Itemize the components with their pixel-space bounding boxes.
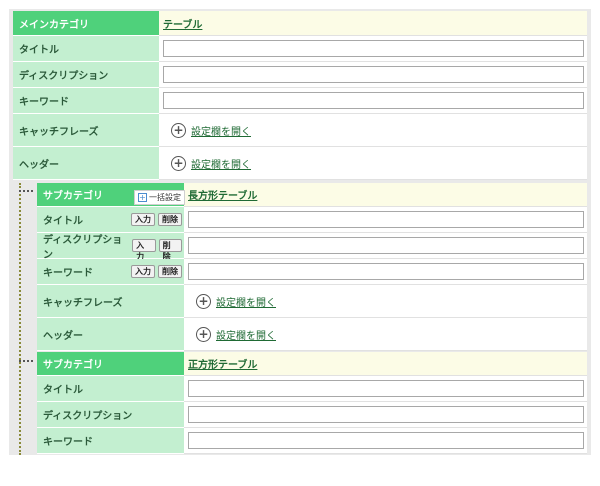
main-description-cell (159, 62, 587, 88)
main-description-input[interactable] (163, 66, 584, 83)
sub1-catchphrase-open-link[interactable]: 設定欄を開く (216, 294, 276, 309)
sub1-description-label: ディスクリプション (43, 234, 123, 261)
sub2-description-cell (184, 402, 587, 428)
bulk-setting-label: 一括設定 (149, 193, 181, 202)
input-button[interactable]: 入力 (131, 213, 155, 226)
main-catchphrase-row: キャッチフレーズ + 設定欄を開く (13, 114, 587, 147)
input-button[interactable]: 入力 (131, 265, 155, 278)
main-category-label: メインカテゴリ (13, 11, 159, 36)
sub1-title-row: タイトル 入力 削除 (37, 207, 587, 233)
sub1-header-cell: + 設定欄を開く (184, 318, 587, 351)
sub1-header-row: ヘッダー + 設定欄を開く (37, 318, 587, 351)
delete-button[interactable]: 削除 (158, 239, 183, 261)
main-catchphrase-cell: + 設定欄を開く (159, 114, 587, 147)
tree-branch-line-2 (19, 360, 33, 362)
main-catchphrase-label: キャッチフレーズ (13, 114, 159, 147)
main-title-input[interactable] (163, 40, 584, 57)
sub2-category-label: サブカテゴリ (37, 352, 184, 376)
sub2-description-row: ディスクリプション (37, 402, 587, 428)
sub1-header-label: ヘッダー (37, 318, 184, 351)
sub2-title-cell (184, 376, 587, 402)
main-keyword-row: キーワード (13, 88, 587, 114)
sub2-keyword-row: キーワード (37, 428, 587, 454)
sub1-keyword-label-cell: キーワード 入力 削除 (37, 259, 184, 285)
main-title-label: タイトル (13, 36, 159, 62)
sub1-title-input[interactable] (188, 211, 584, 228)
delete-button[interactable]: 削除 (158, 213, 182, 226)
main-header-cell: + 設定欄を開く (159, 147, 587, 180)
sub1-keyword-label: キーワード (43, 268, 93, 279)
sub2-title-input[interactable] (188, 380, 584, 397)
sub2-keyword-label: キーワード (37, 428, 184, 454)
sub1-keyword-cell (184, 259, 587, 285)
sub2-category-row: サブカテゴリ 正方形テーブル (37, 352, 587, 376)
sub1-header-open-link[interactable]: 設定欄を開く (216, 327, 276, 342)
sub1-title-cell (184, 207, 587, 233)
tree-branch-line-1 (19, 190, 33, 192)
sub1-title-label: タイトル (43, 216, 83, 227)
sub1-catchphrase-label: キャッチフレーズ (37, 285, 184, 318)
sub2-category-value: 正方形テーブル (184, 352, 587, 376)
sub1-description-cell (184, 233, 587, 259)
sub1-description-row: ディスクリプション 入力 削除 (37, 233, 587, 261)
tree-vertical-line (19, 183, 21, 455)
main-title-row: タイトル (13, 36, 587, 62)
main-catchphrase-open-link[interactable]: 設定欄を開く (191, 123, 251, 138)
sub2-description-input[interactable] (188, 406, 584, 423)
sub2-keyword-cell (184, 428, 587, 454)
bulk-setting-button[interactable]: + 一括設定 (134, 190, 185, 205)
sub2-title-row: タイトル (37, 376, 587, 402)
plus-circle-icon[interactable]: + (196, 326, 211, 342)
settings-frame: メインカテゴリ テーブル タイトル ディスクリプション キーワード キャッチフレ… (9, 9, 591, 455)
sub1-category-row: サブカテゴリ 長方形テーブル (37, 183, 587, 207)
main-category-row: メインカテゴリ テーブル (13, 11, 587, 36)
main-description-label: ディスクリプション (13, 62, 159, 88)
sub1-category-link[interactable]: 長方形テーブル (188, 187, 257, 202)
main-category-value: テーブル (159, 11, 587, 36)
main-keyword-input[interactable] (163, 92, 584, 109)
main-title-cell (159, 36, 587, 62)
sub1-keyword-input[interactable] (188, 263, 584, 280)
main-category-link[interactable]: テーブル (163, 16, 202, 31)
sub1-description-input[interactable] (188, 237, 584, 254)
main-header-row: ヘッダー + 設定欄を開く (13, 147, 587, 180)
main-description-row: ディスクリプション (13, 62, 587, 88)
sub1-catchphrase-cell: + 設定欄を開く (184, 285, 587, 318)
delete-button[interactable]: 削除 (158, 265, 182, 278)
plus-circle-icon[interactable]: + (171, 155, 186, 171)
sub2-title-label: タイトル (37, 376, 184, 402)
sub2-keyword-input[interactable] (188, 432, 584, 449)
sub2-description-label: ディスクリプション (37, 402, 184, 428)
main-keyword-cell (159, 88, 587, 114)
main-header-label: ヘッダー (13, 147, 159, 180)
main-keyword-label: キーワード (13, 88, 159, 114)
bulk-setting-icon: + (138, 193, 147, 202)
main-header-open-link[interactable]: 設定欄を開く (191, 156, 251, 171)
sub1-category-value: 長方形テーブル (184, 183, 587, 207)
sub1-keyword-row: キーワード 入力 削除 (37, 259, 587, 285)
plus-circle-icon[interactable]: + (196, 293, 211, 309)
sub2-category-link[interactable]: 正方形テーブル (188, 356, 257, 371)
input-button[interactable]: 入力 (132, 239, 156, 261)
plus-circle-icon[interactable]: + (171, 122, 186, 138)
sub1-title-label-cell: タイトル 入力 削除 (37, 207, 184, 233)
sub1-catchphrase-row: キャッチフレーズ + 設定欄を開く (37, 285, 587, 318)
sub1-description-label-cell: ディスクリプション 入力 削除 (37, 233, 184, 261)
